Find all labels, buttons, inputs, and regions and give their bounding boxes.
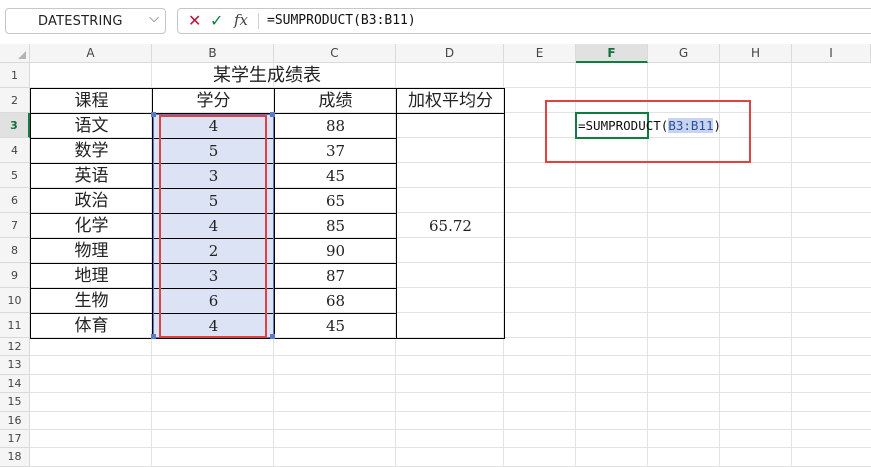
row-header-5[interactable]: 5 [0, 163, 30, 188]
row-header-11[interactable]: 11 [0, 313, 30, 338]
column-header-g[interactable]: G [648, 44, 720, 63]
column-header-c[interactable]: C [274, 44, 396, 63]
name-box[interactable]: DATESTRING ⌵ [5, 8, 166, 34]
row-header-15[interactable]: 15 [0, 393, 30, 412]
row-header-17[interactable]: 17 [0, 430, 30, 449]
table-header-cell[interactable]: 加权平均分 [396, 88, 505, 114]
gridline-horizontal [30, 355, 871, 357]
row-header-9[interactable]: 9 [0, 263, 30, 288]
row-header-13[interactable]: 13 [0, 356, 30, 375]
table-header-cell[interactable]: 学分 [152, 88, 275, 114]
spreadsheet-grid[interactable]: A B C D E F G H I 1 2 3 4 5 6 7 8 9 10 11 12 13 14 15 16 17 18 某学生成… [0, 44, 871, 467]
selection-handle[interactable] [270, 112, 275, 117]
row-header-3[interactable]: 3 [0, 113, 30, 138]
selection-handle[interactable] [151, 334, 156, 339]
selection-handle[interactable] [151, 112, 156, 117]
course-cell[interactable]: 政治 [30, 188, 153, 214]
column-header-a[interactable]: A [30, 44, 152, 63]
course-cell[interactable]: 英语 [30, 163, 153, 189]
annotation-box-formula [545, 100, 751, 163]
course-cell[interactable]: 化学 [30, 213, 153, 239]
score-cell[interactable]: 45 [274, 313, 397, 339]
selection-handle[interactable] [270, 334, 275, 339]
table-header-cell[interactable]: 成绩 [274, 88, 397, 114]
annotation-box-credits [159, 115, 267, 338]
course-cell[interactable]: 地理 [30, 263, 153, 289]
row-header-2[interactable]: 2 [0, 88, 30, 113]
check-icon[interactable]: ✓ [210, 11, 223, 30]
column-header-h[interactable]: H [720, 44, 792, 63]
chevron-down-icon[interactable]: ⌵ [149, 11, 159, 26]
course-cell[interactable]: 物理 [30, 238, 153, 264]
insert-function-icon[interactable]: fx [234, 11, 248, 29]
formula-area: DATESTRING ⌵ ✕ ✓ fx =SUMPRODUCT(B3:B11) [0, 0, 871, 45]
cancel-icon[interactable]: ✕ [188, 11, 201, 30]
row-header-7[interactable]: 7 [0, 213, 30, 238]
row-header-8[interactable]: 8 [0, 238, 30, 263]
formula-bar: ✕ ✓ fx =SUMPRODUCT(B3:B11) [177, 8, 871, 34]
score-cell[interactable]: 87 [274, 263, 397, 289]
score-cell[interactable]: 90 [274, 238, 397, 264]
score-cell[interactable]: 37 [274, 138, 397, 164]
course-cell[interactable]: 语文 [30, 113, 153, 139]
select-all-triangle-icon [18, 51, 26, 59]
weighted-average-cell[interactable]: 65.72 [396, 113, 505, 339]
formula-input[interactable]: =SUMPRODUCT(B3:B11) [267, 13, 416, 28]
score-cell[interactable]: 88 [274, 113, 397, 139]
table-title: 某学生成绩表 [213, 65, 321, 86]
course-cell[interactable]: 体育 [30, 313, 153, 339]
table-header-cell[interactable]: 课程 [30, 88, 153, 114]
gridline-horizontal [30, 392, 871, 394]
row-header-4[interactable]: 4 [0, 138, 30, 163]
score-cell[interactable]: 85 [274, 213, 397, 239]
gridline-horizontal [30, 429, 871, 430]
row-header-16[interactable]: 16 [0, 411, 30, 430]
name-box-value: DATESTRING [38, 14, 123, 29]
gridline-horizontal [30, 373, 871, 375]
column-header-b[interactable]: B [152, 44, 274, 63]
score-cell[interactable]: 45 [274, 163, 397, 189]
row-header-18[interactable]: 18 [0, 448, 30, 467]
course-cell[interactable]: 数学 [30, 138, 153, 164]
column-header-e[interactable]: E [504, 44, 576, 63]
course-cell[interactable]: 生物 [30, 288, 153, 314]
column-header-i[interactable]: I [792, 44, 871, 63]
column-header-d[interactable]: D [396, 44, 504, 63]
score-cell[interactable]: 68 [274, 288, 397, 314]
gridline-horizontal [30, 410, 871, 412]
row-header-6[interactable]: 6 [0, 188, 30, 213]
row-header-12[interactable]: 12 [0, 338, 30, 357]
row-header-14[interactable]: 14 [0, 374, 30, 394]
score-cell[interactable]: 65 [274, 188, 397, 214]
gridline-horizontal [30, 447, 871, 449]
row-header-10[interactable]: 10 [0, 288, 30, 313]
row-header-1[interactable]: 1 [0, 63, 30, 88]
gridline-vertical [791, 63, 792, 467]
formula-bar-divider [258, 13, 259, 29]
column-header-f[interactable]: F [576, 44, 648, 63]
select-all-corner[interactable] [0, 44, 30, 63]
